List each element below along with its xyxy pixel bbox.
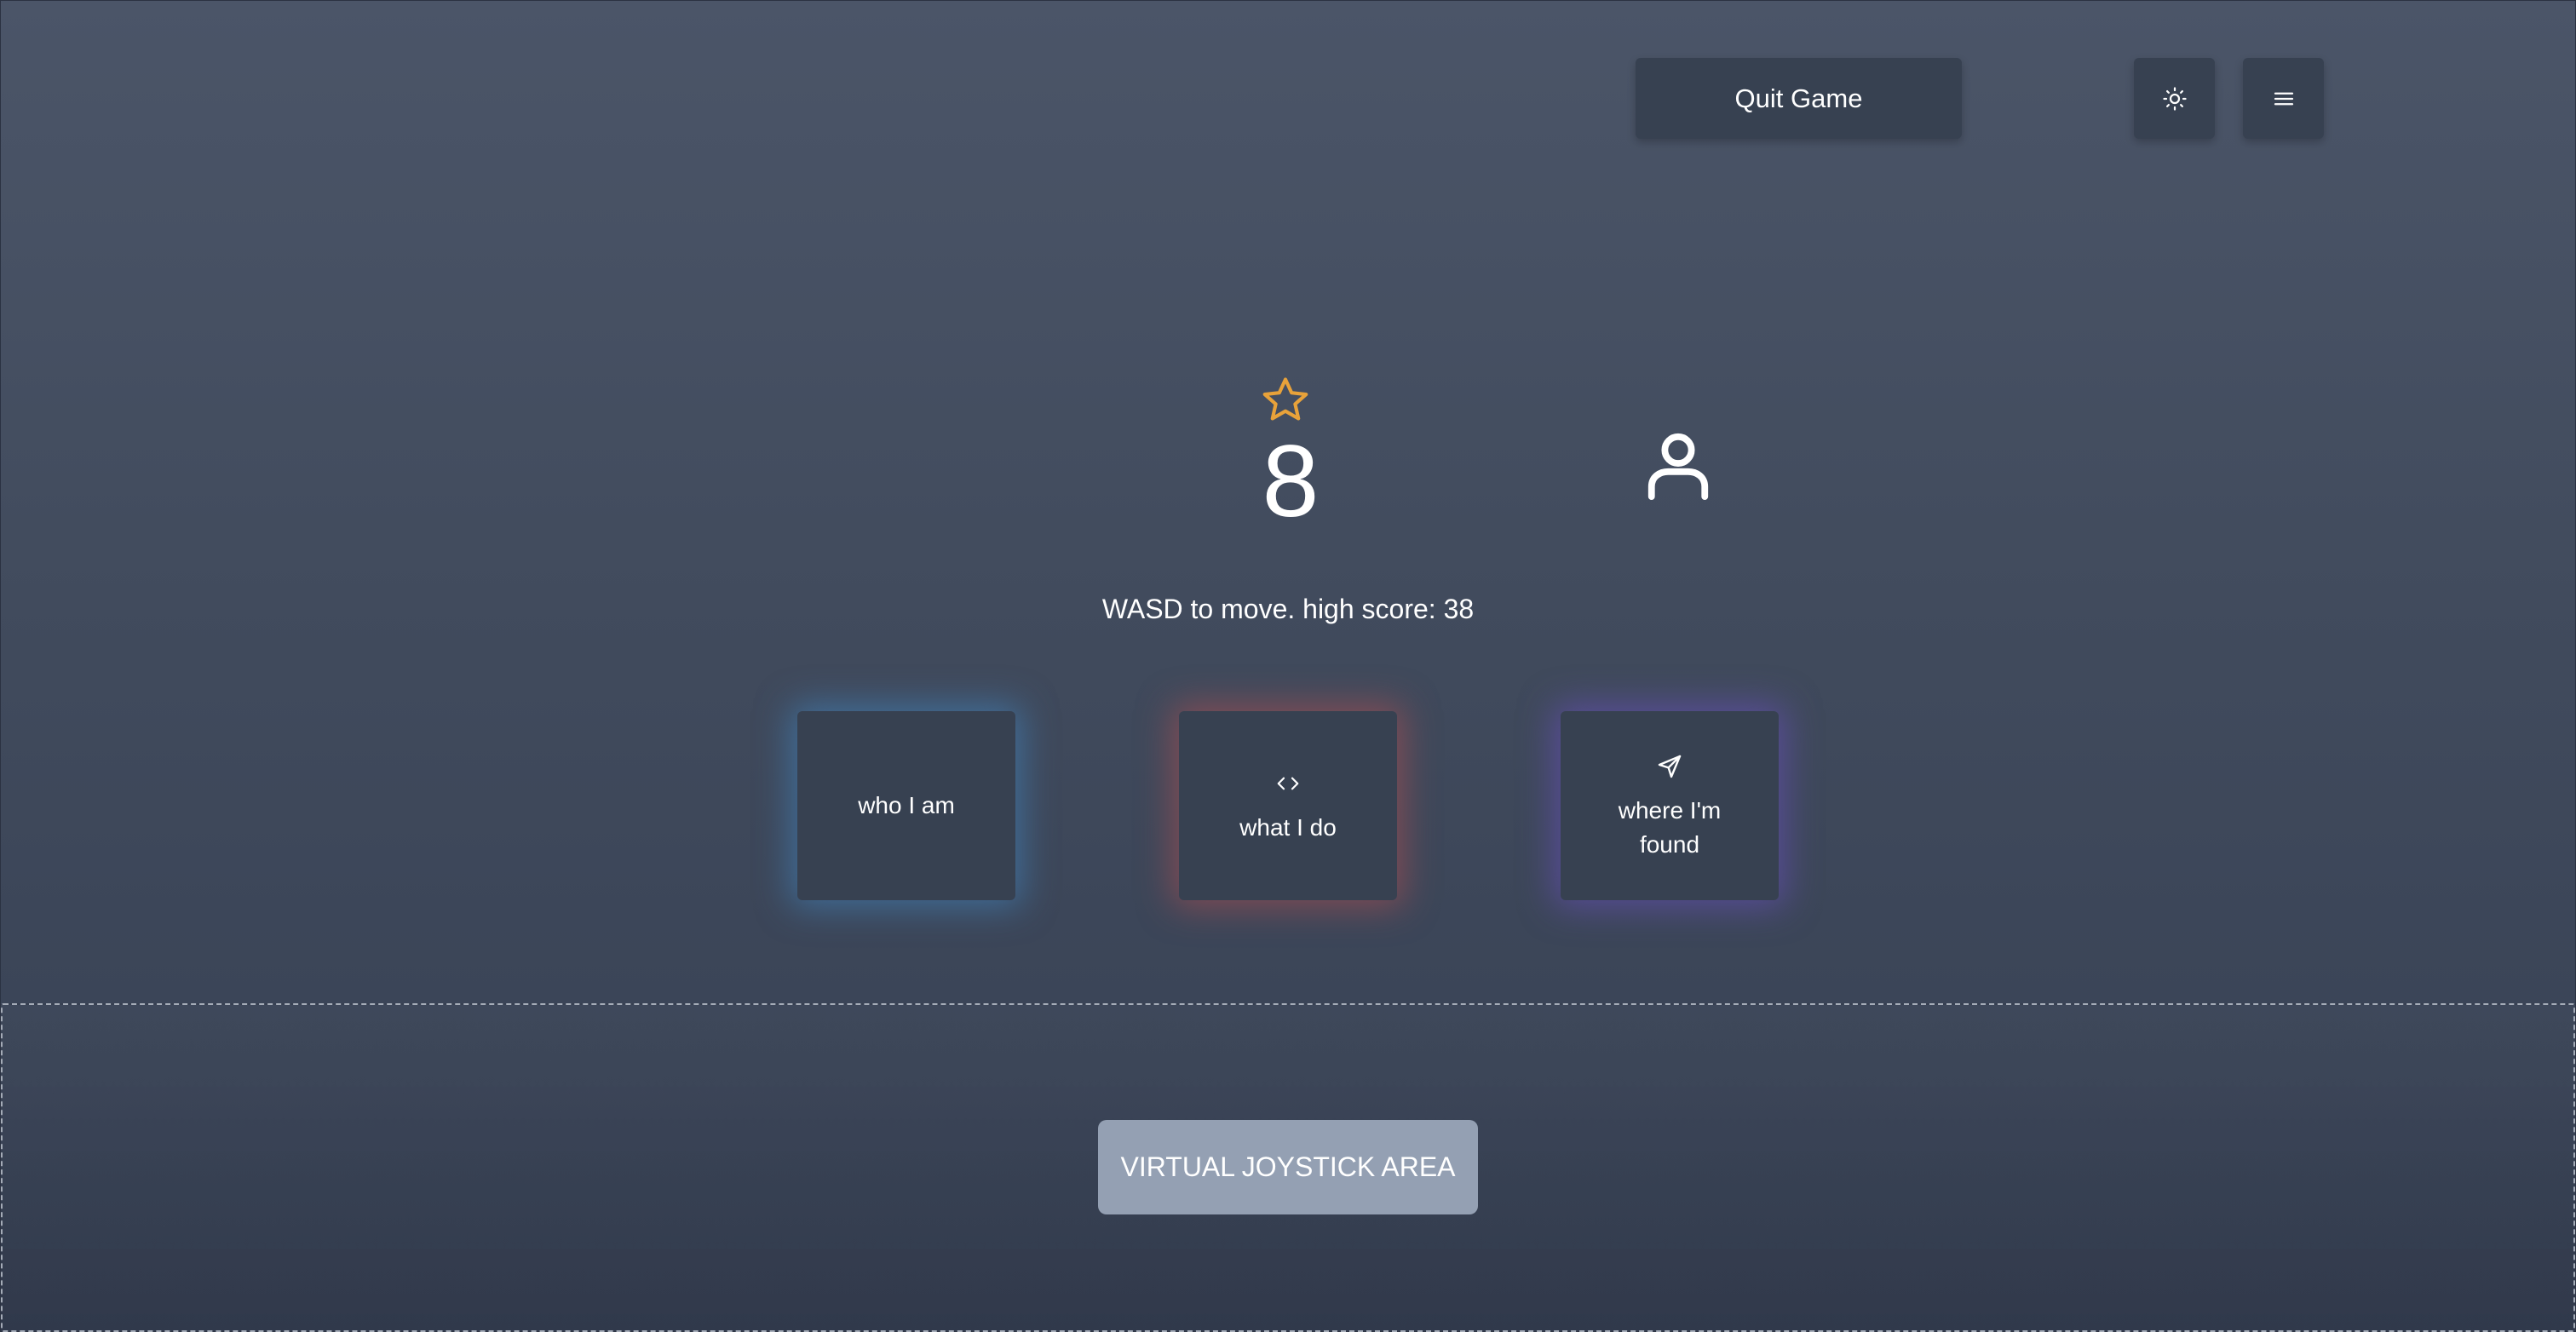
hamburger-menu-icon [2274, 92, 2293, 105]
joystick-area-label: VIRTUAL JOYSTICK AREA [1098, 1120, 1478, 1214]
where-im-found-card[interactable]: where I'm found [1561, 711, 1779, 900]
send-icon [1656, 749, 1683, 784]
who-i-am-card[interactable]: who I am [797, 711, 1015, 900]
instructions-text: WASD to move. high score: 38 [1101, 594, 1475, 624]
what-i-do-card[interactable]: what I do [1179, 711, 1397, 900]
theme-toggle-button[interactable] [2134, 58, 2215, 139]
code-icon [1275, 766, 1301, 801]
card-label: who I am [858, 792, 955, 818]
sun-icon [2162, 86, 2187, 111]
quit-game-button[interactable]: Quit Game [1636, 58, 1962, 139]
user-icon[interactable] [1644, 430, 1712, 500]
menu-button[interactable] [2243, 58, 2324, 139]
score-value: 8 [1262, 424, 1320, 538]
quit-game-label: Quit Game [1734, 83, 1863, 113]
card-label: what I do [1239, 814, 1337, 841]
card-label: where I'm found [1618, 797, 1722, 858]
